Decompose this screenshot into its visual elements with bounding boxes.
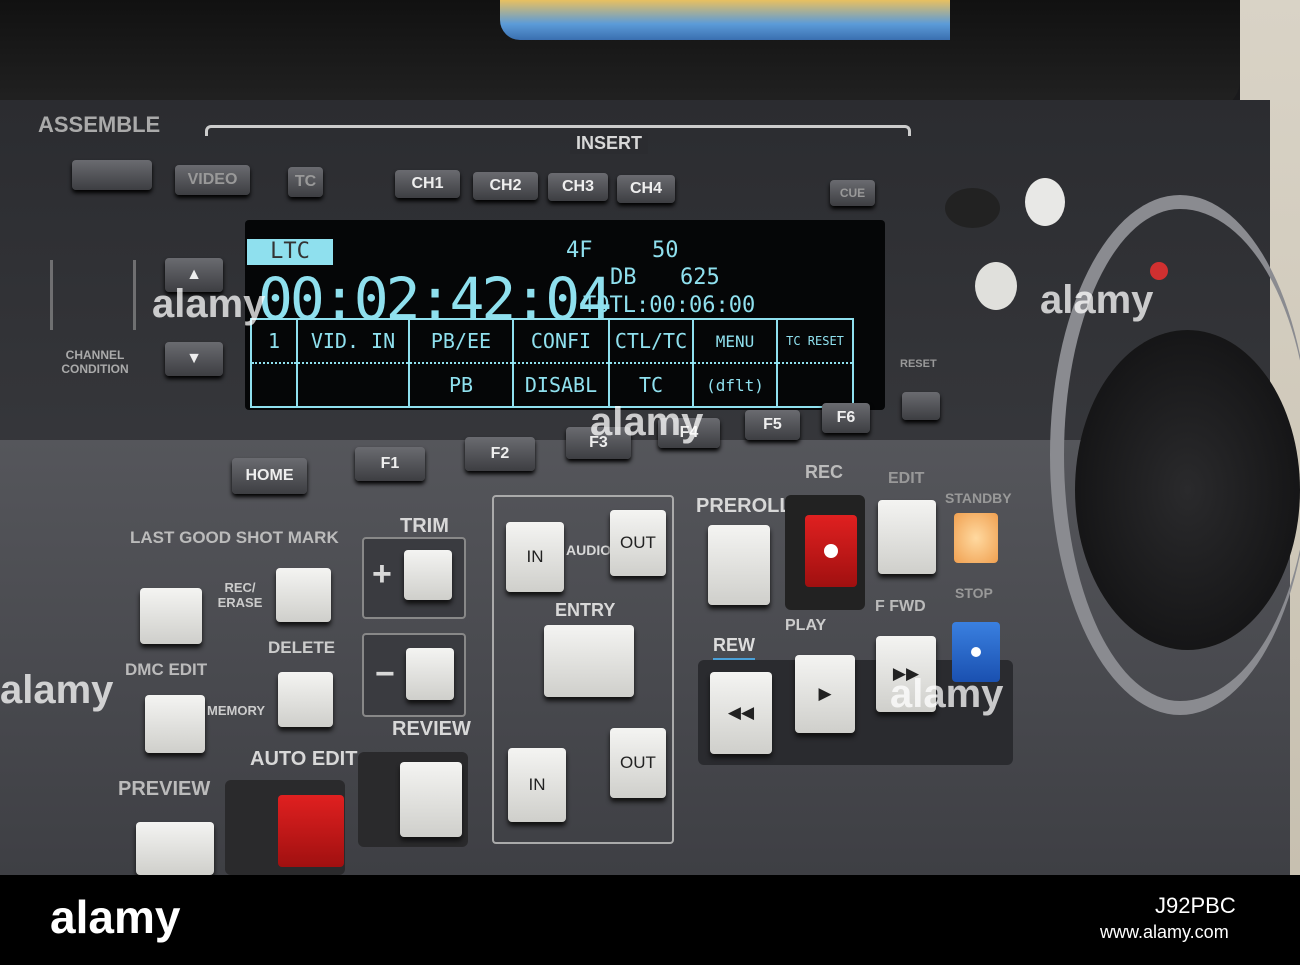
last-good-shot-mark-label: LAST GOOD SHOT MARK [130,528,339,547]
preroll-label: PREROLL [696,495,792,517]
play-icon: ▶ [818,684,832,703]
control-knob[interactable] [945,188,1000,228]
reset-button[interactable] [902,392,940,420]
memory-label: MEMORY [207,703,266,718]
tc-button[interactable]: TC [288,167,323,197]
db-indicator: DB [610,265,637,290]
rewind-button[interactable]: ◀◀ [710,672,772,754]
stop-label: STOP [955,585,993,601]
trim-minus-button[interactable] [406,648,454,700]
watermark: alamy [0,668,114,712]
entry-label: ENTRY [555,600,616,620]
rewind-icon: ◀◀ [727,703,755,722]
function-menu: 1 VID. IN PB/EE PB CONFI DISABL CTL/TC TC M… [250,318,854,408]
menu-cell: PB/EE PB [410,320,514,406]
channel-condition-label: CHANNEL CONDITION [61,348,129,376]
watermark: alamy [152,282,266,326]
insert-bracket [205,125,911,136]
auto-edit-button[interactable] [278,795,344,867]
assemble-label: ASSEMBLE [38,112,161,137]
f1-button[interactable]: F1 [355,447,425,481]
menu-cell: TC RESET [778,320,852,406]
alamy-logo: alamy [50,891,181,943]
cue-button[interactable]: CUE [830,180,875,206]
edit-button[interactable] [878,500,936,574]
alamy-url: www.alamy.com [1100,922,1229,942]
video-in-button[interactable]: IN [508,748,566,822]
insert-label: INSERT [570,133,649,154]
delete-button[interactable] [278,672,333,727]
frame-rate: 50 [652,238,679,263]
audio-label: AUDIO [566,542,612,558]
recorder-button[interactable] [1025,178,1065,226]
rec-erase-button[interactable] [276,568,331,622]
auto-edit-label: AUTO EDIT [250,748,358,770]
frame-mode: 4F [566,238,593,263]
entry-button[interactable] [544,625,634,697]
menu-cell: 1 [252,320,298,406]
review-label: REVIEW [392,718,471,740]
f5-button[interactable]: F5 [745,410,800,440]
jog-shuttle-dial[interactable] [1075,330,1300,650]
video-out-button[interactable]: OUT [610,728,666,798]
minus-label: − [375,655,395,693]
standby-label: STANDBY [945,490,1012,506]
player-button[interactable] [975,262,1017,310]
trim-label: TRIM [400,515,449,537]
stop-icon [971,647,981,657]
watermark: alamy [590,400,704,444]
rec-erase-label: REC/ ERASE [217,580,263,610]
channel-condition-indicator [50,260,136,330]
edit-label: EDIT [888,470,925,487]
image-id: J92PBC [1155,893,1236,918]
menu-cell: MENU (dflt) [694,320,778,406]
line-standard: 625 [680,265,720,290]
assemble-button[interactable] [72,160,152,190]
ffwd-label: F FWD [875,598,926,615]
last-good-shot-button[interactable] [140,588,202,644]
preroll-button[interactable] [708,525,770,605]
dmc-edit-button[interactable] [145,695,205,753]
footer-bar [0,875,1300,965]
menu-cell: CTL/TC TC [610,320,694,406]
down-arrow-button[interactable]: ▼ [165,342,223,376]
ch2-button[interactable]: CH2 [473,172,538,200]
menu-cell: CONFI DISABL [514,320,610,406]
review-button[interactable] [400,762,462,837]
menu-cell: VID. IN [298,320,410,406]
audio-in-button[interactable]: IN [506,522,564,592]
play-button[interactable]: ▶ [795,655,855,733]
video-button[interactable]: VIDEO [175,165,250,195]
trim-plus-button[interactable] [404,550,452,600]
monitor-screen [500,0,950,40]
ch1-button[interactable]: CH1 [395,170,460,198]
ch3-button[interactable]: CH3 [548,173,608,201]
ch4-button[interactable]: CH4 [617,175,675,203]
reset-label: RESET [900,358,937,370]
preview-button[interactable] [136,822,214,875]
watermark: alamy [1040,278,1154,322]
plus-label: + [372,555,392,593]
rec-button[interactable] [805,515,857,587]
rew-label: REW [713,635,755,655]
play-label: PLAY [785,617,827,634]
dmc-edit-label: DMC EDIT [125,660,208,679]
watermark: alamy [890,672,1004,716]
preview-label: PREVIEW [118,778,211,800]
f6-button[interactable]: F6 [822,403,870,433]
f2-button[interactable]: F2 [465,437,535,471]
audio-out-button[interactable]: OUT [610,510,666,576]
ltc-indicator: LTC [247,239,333,265]
total-time: TOTL:00:06:00 [583,293,756,318]
rec-label: REC [805,462,844,482]
delete-label: DELETE [268,638,336,657]
home-button[interactable]: HOME [232,458,307,494]
record-icon [824,544,838,558]
standby-button[interactable] [954,513,998,563]
